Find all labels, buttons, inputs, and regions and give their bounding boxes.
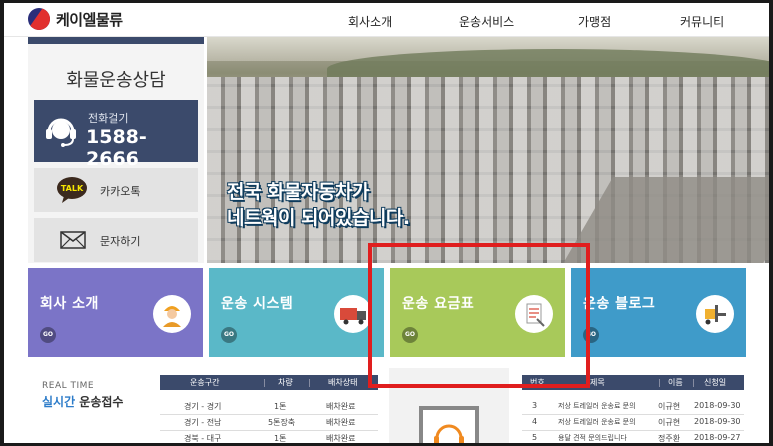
realtime-title-rest: 운송접수 <box>75 395 124 409</box>
row-divider <box>522 414 744 415</box>
kakaotalk-label: 카카오톡 <box>100 185 141 198</box>
site-logo[interactable]: 케이엘물류 <box>28 8 123 30</box>
row-divider <box>160 430 378 431</box>
cell-name: 이규현 <box>658 418 681 427</box>
tile-title: 운송 시스템 <box>221 296 294 312</box>
cell-date: 2018-09-30 <box>694 417 741 426</box>
logo-text: 케이엘물류 <box>56 10 123 29</box>
cell-name: 이규현 <box>658 402 681 411</box>
go-badge: GO <box>40 327 56 343</box>
realtime-title: 실시간 운송접수 <box>42 393 123 410</box>
site-header: 케이엘물류 회사소개 운송서비스 가맹점 커뮤니티 <box>4 3 769 37</box>
hero-banner: 전국 화물자동차가 네트웍이 되어있습니다. <box>207 37 769 263</box>
headset-icon <box>46 118 76 147</box>
col-route: 운송구간 <box>190 378 220 387</box>
forklift-icon <box>696 295 734 333</box>
nav-transport-service[interactable]: 운송서비스 <box>459 13 514 30</box>
cell-name: 정주환 <box>658 434 681 443</box>
cell-subject[interactable]: 저상 트레일러 운송료 문의 <box>558 401 636 411</box>
cell-status: 배차완료 <box>326 434 356 443</box>
col-divider-icon: | <box>308 378 311 387</box>
consult-panel: 화물운송상담 전화걸기 1588-2666 TALK 카카오톡 문자하기 <box>28 37 204 263</box>
col-subject: 제목 <box>590 378 605 387</box>
col-name: 이름 <box>668 378 683 387</box>
tile-transport-system[interactable]: 운송 시스템 GO <box>209 268 384 357</box>
worker-icon <box>153 295 191 333</box>
hero-caption-line1: 전국 화물자동차가 <box>227 181 369 203</box>
cell-subject[interactable]: 용달 견적 문의드립니다 <box>558 433 627 443</box>
cell-vehicle: 1톤 <box>274 434 287 443</box>
kakaotalk-button[interactable]: TALK 카카오톡 <box>34 168 198 212</box>
col-vehicle: 차량 <box>278 378 293 387</box>
cell-vehicle: 5톤장축 <box>268 418 296 427</box>
cell-number: 4 <box>532 417 538 426</box>
cell-route: 경기 - 경기 <box>184 402 222 411</box>
col-divider-icon: | <box>658 378 661 387</box>
cell-date: 2018-09-27 <box>694 433 741 442</box>
headset-icon <box>434 424 464 443</box>
phone-label: 전화걸기 <box>88 112 129 125</box>
go-badge: GO <box>221 327 237 343</box>
cell-route: 경북 - 대구 <box>184 434 222 443</box>
kakaotalk-icon: TALK <box>57 177 87 203</box>
tile-title: 운송 블로그 <box>583 296 656 312</box>
consult-title: 화물운송상담 <box>66 70 166 91</box>
phone-number: 1588-2666 <box>86 126 147 170</box>
tile-title: 회사 소개 <box>40 296 99 312</box>
consult-image-frame <box>419 406 479 443</box>
cell-number: 5 <box>532 433 538 442</box>
cell-subject[interactable]: 저상 트레일러 운송료 문의 <box>558 417 636 427</box>
row-divider <box>522 430 744 431</box>
nav-company[interactable]: 회사소개 <box>348 13 392 30</box>
kl-logo-icon <box>28 8 50 30</box>
sms-label: 문자하기 <box>100 235 141 248</box>
tile-company-intro[interactable]: 회사 소개 GO <box>28 268 203 357</box>
col-status: 배차상태 <box>328 378 358 387</box>
realtime-subtitle: REAL TIME <box>42 381 95 391</box>
row-divider <box>160 414 378 415</box>
col-divider-icon: | <box>263 378 266 387</box>
highlight-box <box>368 243 590 388</box>
envelope-icon <box>60 231 86 249</box>
truck-icon <box>334 295 372 333</box>
cell-date: 2018-09-30 <box>694 401 741 410</box>
nav-franchise[interactable]: 가맹점 <box>578 13 611 30</box>
nav-community[interactable]: 커뮤니티 <box>680 13 724 30</box>
realtime-table-header: 운송구간 | 차량 | 배차상태 <box>160 375 378 390</box>
sms-button[interactable]: 문자하기 <box>34 218 198 262</box>
col-divider-icon: | <box>692 378 695 387</box>
cell-route: 경기 - 전남 <box>184 418 222 427</box>
kakao-badge-text: TALK <box>61 184 84 193</box>
browser-page: 케이엘물류 회사소개 운송서비스 가맹점 커뮤니티 화물운송상담 전화걸기 15… <box>4 3 769 443</box>
cell-status: 배차완료 <box>326 418 356 427</box>
cell-vehicle: 1톤 <box>274 402 287 411</box>
cell-status: 배차완료 <box>326 402 356 411</box>
cell-number: 3 <box>532 401 538 410</box>
col-date: 신청일 <box>704 378 727 387</box>
tile-transport-blog[interactable]: 운송 블로그 GO <box>571 268 746 357</box>
call-button[interactable]: 전화걸기 1588-2666 <box>34 100 198 170</box>
hero-caption-line2: 네트웍이 되어있습니다. <box>227 207 410 229</box>
realtime-title-highlight: 실시간 <box>42 395 76 409</box>
